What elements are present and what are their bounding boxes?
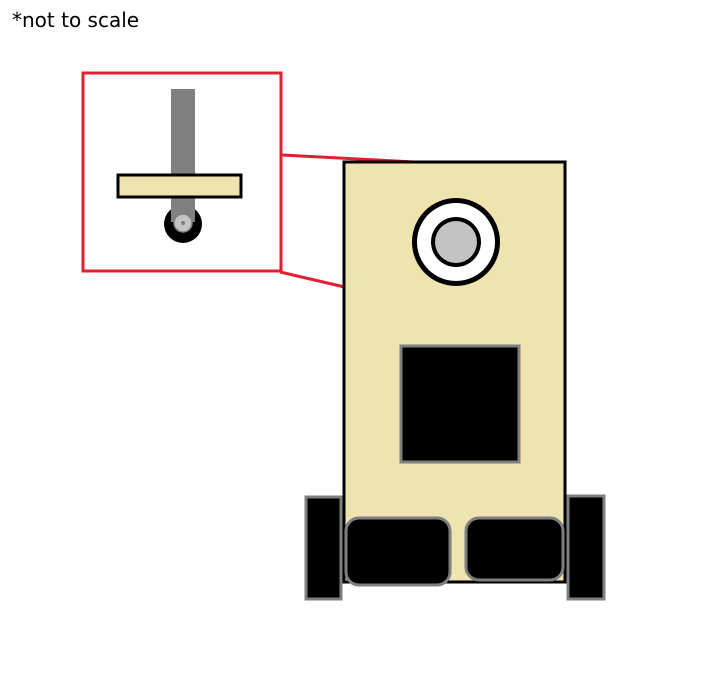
inner-wheel-right — [464, 516, 565, 582]
sensor-hub — [435, 221, 477, 263]
callout-plate — [116, 173, 243, 199]
robot-diagram — [81, 71, 606, 601]
screen-panel — [399, 344, 521, 464]
callout-axle-pin — [181, 221, 185, 225]
inner-wheel-left — [344, 516, 452, 587]
side-wheel-left — [304, 495, 343, 601]
side-wheel-right — [566, 494, 606, 601]
